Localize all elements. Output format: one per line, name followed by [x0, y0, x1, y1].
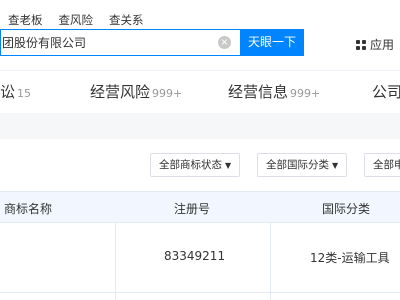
column-header-category: 国际分类: [322, 202, 371, 216]
search-tab-relation[interactable]: 查关系: [109, 12, 144, 28]
table-row[interactable]: 83349211 12类-运输工具: [0, 223, 400, 293]
dropdown-label: 全部申: [373, 159, 400, 171]
nav-item-business-risk[interactable]: 经营风险 999+: [90, 81, 182, 102]
search-tab-boss[interactable]: 查老板: [8, 12, 43, 28]
clear-icon[interactable]: ×: [218, 36, 231, 49]
category-nav: 讼 15 经营风险 999+ 经营信息 999+ 公司: [0, 71, 400, 113]
cell-reg-no: 83349211: [164, 249, 226, 263]
nav-item-company[interactable]: 公司: [372, 81, 400, 102]
intl-class-dropdown[interactable]: 全部国际分类 ▼: [257, 153, 348, 177]
nav-item-label: 经营信息: [228, 83, 289, 101]
apps-menu[interactable]: 应用: [356, 36, 394, 53]
search-tabs: 查老板 查风险 查关系: [8, 12, 144, 28]
nav-item-label: 公司: [372, 83, 400, 101]
nav-item-count: 999+: [152, 87, 183, 100]
dropdown-label: 全部国际分类: [266, 159, 329, 171]
nav-item-count: 15: [17, 87, 32, 100]
top-bar: 查老板 查风险 查关系 × 天眼一下 应用: [0, 0, 400, 70]
application-dropdown[interactable]: 全部申: [364, 153, 400, 177]
nav-item-business-info[interactable]: 经营信息 999+: [228, 81, 320, 102]
dropdown-label: 全部商标状态: [159, 159, 222, 171]
nav-item-litigation[interactable]: 讼 15: [0, 81, 31, 102]
column-divider: [115, 223, 116, 300]
nav-item-label: 经营风险: [90, 83, 151, 101]
apps-label: 应用: [370, 38, 395, 52]
table-header: 商标名称 注册号 国际分类: [0, 191, 400, 223]
cell-category: 12类-运输工具: [310, 251, 390, 265]
column-divider: [270, 223, 271, 300]
grid-icon: [356, 39, 366, 50]
caret-down-icon: ▼: [332, 161, 339, 170]
trademark-status-dropdown[interactable]: 全部商标状态 ▼: [150, 153, 241, 177]
search-button[interactable]: 天眼一下: [240, 29, 304, 56]
trademark-table: 商标名称 注册号 国际分类 83349211 12类-运输工具: [0, 191, 400, 300]
column-header-reg-no: 注册号: [174, 202, 211, 216]
nav-item-count: 999+: [290, 87, 321, 100]
column-header-name: 商标名称: [4, 202, 53, 216]
filter-bar: 全部商标状态 ▼ 全部国际分类 ▼ 全部申: [0, 139, 400, 191]
caret-down-icon: ▼: [225, 161, 232, 170]
search-input[interactable]: [1, 30, 211, 55]
section-gap: [0, 113, 400, 139]
search-box: ×: [0, 29, 240, 56]
nav-item-label: 讼: [0, 83, 16, 101]
search-tab-risk[interactable]: 查风险: [59, 12, 94, 28]
